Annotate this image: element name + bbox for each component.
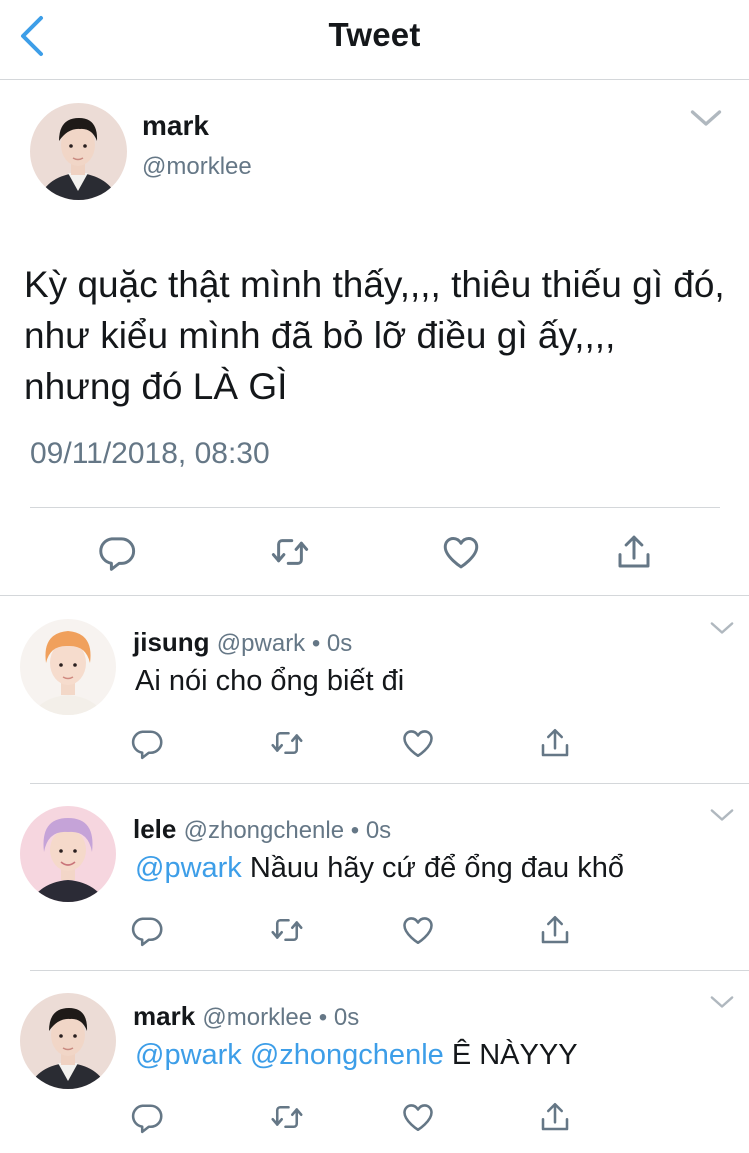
author-name[interactable]: mark: [133, 1001, 195, 1031]
reply-button[interactable]: [129, 1099, 165, 1135]
avatar-image: [30, 103, 127, 200]
retweet-button[interactable]: [269, 725, 305, 761]
chevron-down-icon: [708, 619, 736, 637]
like-button[interactable]: [440, 531, 482, 573]
share-icon: [537, 1099, 573, 1135]
like-icon: [400, 1099, 436, 1135]
more-options-button[interactable]: [688, 105, 724, 131]
reply-tweet[interactable]: lele @zhongchenle • 0s @pwark Nầuu hãy c…: [0, 784, 749, 971]
share-button[interactable]: [537, 725, 573, 761]
retweet-icon: [269, 531, 311, 573]
reply-body: Ai nói cho ổng biết đi: [135, 665, 405, 697]
reply-actions: [0, 912, 749, 950]
reply-button[interactable]: [129, 912, 165, 948]
page-title: Tweet: [328, 16, 421, 53]
tweet-text: Kỳ quặc thật mình thấy,,,, thiêu thiếu g…: [24, 264, 725, 407]
divider: [30, 507, 720, 508]
reply-text: Ai nói cho ổng biết đi: [135, 665, 404, 698]
reply-mentions[interactable]: @pwark @zhongchenle: [135, 1039, 444, 1071]
more-options-button[interactable]: [708, 993, 736, 1011]
reply-actions: [0, 725, 749, 763]
reply-text: @pwark @zhongchenle Ê NÀYYY: [135, 1039, 578, 1072]
author-name[interactable]: mark: [142, 110, 209, 142]
share-button[interactable]: [613, 531, 655, 573]
reply-body: Ê NÀYYY: [451, 1039, 578, 1071]
author-handle[interactable]: @morklee: [142, 153, 252, 181]
reply-icon: [129, 912, 165, 948]
avatar-image: [20, 806, 116, 902]
chevron-down-icon: [708, 806, 736, 824]
like-button[interactable]: [400, 1099, 436, 1135]
author-name[interactable]: jisung: [133, 627, 210, 657]
like-icon: [400, 912, 436, 948]
author-name[interactable]: lele: [133, 814, 176, 844]
reply-tweet[interactable]: jisung @pwark • 0s Ai nói cho ổng biết đ…: [0, 597, 749, 784]
chevron-down-icon: [708, 993, 736, 1011]
retweet-icon: [269, 912, 305, 948]
avatar-image: [20, 993, 116, 1089]
avatar[interactable]: [20, 619, 116, 715]
avatar[interactable]: [20, 993, 116, 1089]
share-icon: [613, 531, 655, 573]
reply-icon: [129, 725, 165, 761]
nav-header: Tweet: [0, 0, 749, 80]
retweet-button[interactable]: [269, 1099, 305, 1135]
reply-header: mark @morklee • 0s: [133, 1001, 359, 1032]
author-meta: @pwark • 0s: [216, 630, 353, 657]
tweet-actions: [0, 531, 749, 573]
like-icon: [440, 531, 482, 573]
reply-icon: [96, 531, 138, 573]
reply-body: Nầuu hãy cứ để ổng đau khổ: [249, 852, 624, 884]
avatar[interactable]: [30, 103, 127, 200]
reply-button[interactable]: [96, 531, 138, 573]
retweet-button[interactable]: [269, 531, 311, 573]
share-icon: [537, 912, 573, 948]
main-tweet: mark @morklee Kỳ quặc thật mình thấy,,,,…: [0, 81, 749, 596]
author-meta: @morklee • 0s: [202, 1004, 360, 1031]
more-options-button[interactable]: [708, 806, 736, 824]
reply-header: jisung @pwark • 0s: [133, 627, 352, 658]
retweet-icon: [269, 725, 305, 761]
reply-actions: [0, 1099, 749, 1137]
share-button[interactable]: [537, 912, 573, 948]
share-icon: [537, 725, 573, 761]
reply-button[interactable]: [129, 725, 165, 761]
share-button[interactable]: [537, 1099, 573, 1135]
more-options-button[interactable]: [708, 619, 736, 637]
retweet-icon: [269, 1099, 305, 1135]
like-icon: [400, 725, 436, 761]
like-button[interactable]: [400, 725, 436, 761]
tweet-timestamp: 09/11/2018, 08:30: [30, 437, 270, 470]
reply-header: lele @zhongchenle • 0s: [133, 814, 391, 845]
author-meta: @zhongchenle • 0s: [183, 817, 392, 844]
like-button[interactable]: [400, 912, 436, 948]
avatar[interactable]: [20, 806, 116, 902]
reply-text: @pwark Nầuu hãy cứ để ổng đau khổ: [135, 852, 624, 885]
avatar-image: [20, 619, 116, 715]
retweet-button[interactable]: [269, 912, 305, 948]
reply-mentions[interactable]: @pwark: [135, 852, 242, 884]
reply-icon: [129, 1099, 165, 1135]
chevron-down-icon: [688, 105, 724, 131]
reply-tweet[interactable]: mark @morklee • 0s @pwark @zhongchenle Ê…: [0, 971, 749, 1153]
